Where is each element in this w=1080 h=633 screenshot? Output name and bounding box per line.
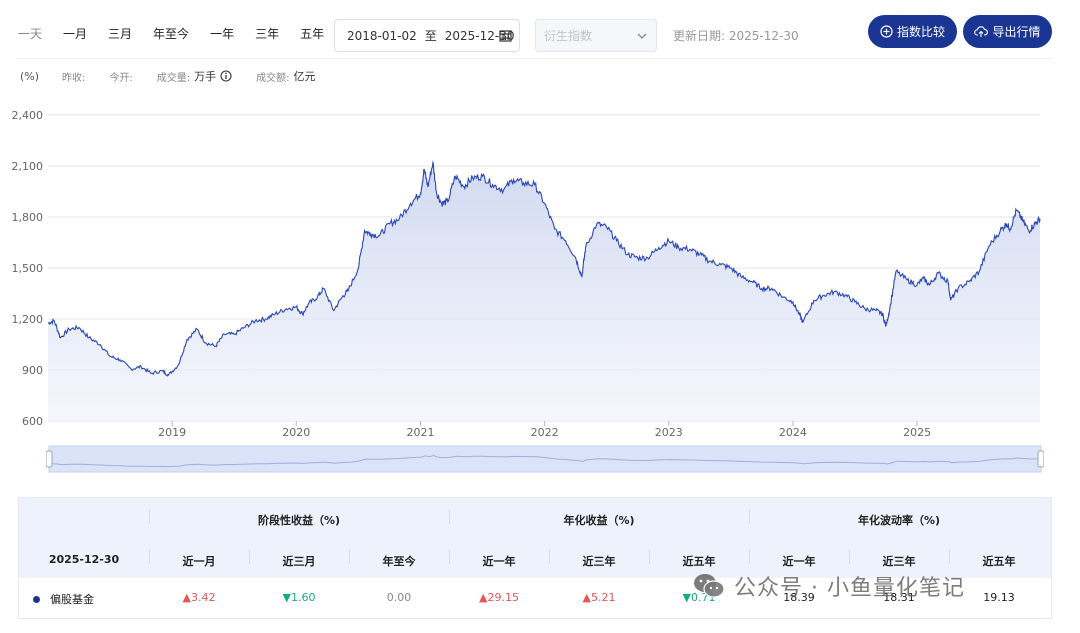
y-tick-label: 1,800 xyxy=(12,211,44,224)
x-tick-label: 2022 xyxy=(531,426,559,439)
fund-row-name: 偏股基金 xyxy=(33,591,94,607)
amount: 成交额: 亿元 xyxy=(256,68,315,84)
column-header: 近一年 xyxy=(482,555,516,568)
navigator-window[interactable] xyxy=(48,445,1042,473)
chevron-down-icon xyxy=(637,33,647,39)
price-chart[interactable]: 600 900 1,200 1,500 1,800 2,100 2,400 2019 2020 2… xyxy=(0,98,1080,443)
y-tick-label: 1,200 xyxy=(12,313,44,326)
x-tick-label: 2021 xyxy=(406,426,434,439)
range-tab-3m[interactable]: 三月 xyxy=(108,25,132,42)
table-cell: ▲29.15 xyxy=(479,591,519,604)
column-header: 近一年 xyxy=(782,555,816,568)
toolbar: 一天 一月 三月 年至今 一年 三年 五年 2018-01-02 至 2025-… xyxy=(0,0,1080,58)
update-date: 更新日期: 2025-12-30 xyxy=(673,29,799,43)
divider xyxy=(349,550,350,564)
column-header: 近三月 xyxy=(282,555,316,568)
column-header: 近三年 xyxy=(882,555,916,568)
open-label: 今开: xyxy=(109,72,133,84)
range-navigator[interactable] xyxy=(46,444,1044,474)
prev-close-label: 昨收: xyxy=(62,72,86,84)
series-dot xyxy=(33,595,40,603)
divider xyxy=(18,58,1052,59)
divider xyxy=(149,510,150,524)
divider xyxy=(749,510,750,524)
export-label: 导出行情 xyxy=(992,25,1041,39)
date-separator: 至 xyxy=(424,29,437,43)
range-tab-1m[interactable]: 一月 xyxy=(63,25,87,42)
group-header-annual-return: 年化收益（%) xyxy=(563,514,635,527)
export-quotes-button[interactable]: 导出行情 xyxy=(963,15,1052,48)
compare-index-button[interactable]: 指数比较 xyxy=(868,15,957,48)
watermark: 公众号 · 小鱼量化笔记 xyxy=(692,570,965,602)
table-cell: 0.00 xyxy=(386,591,412,604)
y-tick-label: 900 xyxy=(22,364,43,377)
y-tick-label: 600 xyxy=(22,415,43,428)
divider xyxy=(149,550,150,564)
range-tab-5y[interactable]: 五年 xyxy=(300,25,324,42)
navigator-handle-right[interactable] xyxy=(1037,450,1044,468)
divider xyxy=(849,550,850,564)
y-tick-label: 2,100 xyxy=(12,160,44,173)
table-cell: ▲3.42 xyxy=(182,591,216,604)
amount-unit: 亿元 xyxy=(293,70,316,83)
date-range-picker[interactable]: 2018-01-02 至 2025-12-30 xyxy=(334,19,520,52)
watermark-text: 公众号 · 小鱼量化笔记 xyxy=(734,576,965,601)
divider xyxy=(449,510,450,524)
unit-label: (%) xyxy=(20,69,40,83)
volume-label: 成交量: xyxy=(156,72,191,84)
range-tabs: 一天 一月 三月 年至今 一年 三年 五年 xyxy=(18,25,345,42)
wechat-icon xyxy=(694,574,725,598)
divider xyxy=(249,550,250,564)
column-header: 近五年 xyxy=(682,555,716,568)
column-header: 年至今 xyxy=(382,555,416,568)
fund-name: 偏股基金 xyxy=(50,593,94,606)
date-start: 2018-01-02 xyxy=(347,28,417,43)
table-cell: ▲5.21 xyxy=(582,591,616,604)
x-tick-label: 2024 xyxy=(779,426,807,439)
derived-index-select[interactable]: 衍生指数 xyxy=(535,19,657,52)
group-header-annual-vol: 年化波动率（%) xyxy=(857,514,941,527)
info-row: (%) 昨收: 今开: 成交量: 万手 成交额: 亿元 xyxy=(20,68,340,84)
x-tick-label: 2019 xyxy=(158,426,186,439)
x-tick-label: 2020 xyxy=(282,426,310,439)
cloud-upload-icon xyxy=(974,26,989,37)
table-cell: ▼1.60 xyxy=(282,591,316,604)
range-tab-ytd[interactable]: 年至今 xyxy=(153,25,189,42)
date-header: 2025-12-30 xyxy=(48,553,120,566)
divider xyxy=(649,550,650,564)
divider xyxy=(749,550,750,564)
range-tab-1y[interactable]: 一年 xyxy=(210,25,234,42)
group-header-period: 阶段性收益（%) xyxy=(257,514,341,527)
info-icon[interactable] xyxy=(220,70,232,82)
divider xyxy=(449,550,450,564)
area-fill xyxy=(48,162,1040,421)
column-header: 近三年 xyxy=(582,555,616,568)
derived-index-placeholder: 衍生指数 xyxy=(544,29,593,43)
plus-circle-icon xyxy=(880,25,893,38)
divider xyxy=(549,550,550,564)
calendar-icon[interactable] xyxy=(499,29,512,42)
navigator-handle-left[interactable] xyxy=(46,450,53,468)
amount-label: 成交额: xyxy=(256,72,290,84)
y-tick-label: 1,500 xyxy=(12,262,44,275)
column-header: 近五年 xyxy=(982,555,1016,568)
x-tick-label: 2023 xyxy=(655,426,683,439)
volume-unit: 万手 xyxy=(194,70,217,83)
y-tick-label: 2,400 xyxy=(12,109,44,122)
compare-label: 指数比较 xyxy=(896,25,945,39)
range-tab-3y[interactable]: 三年 xyxy=(255,25,279,42)
open-price: 今开: xyxy=(109,69,132,84)
column-header: 近一月 xyxy=(182,555,216,568)
x-tick-label: 2025 xyxy=(903,426,931,439)
divider xyxy=(949,550,950,564)
range-tab-1d[interactable]: 一天 xyxy=(18,25,42,42)
volume: 成交量: 万手 xyxy=(157,68,232,84)
prev-close: 昨收: xyxy=(62,69,85,84)
